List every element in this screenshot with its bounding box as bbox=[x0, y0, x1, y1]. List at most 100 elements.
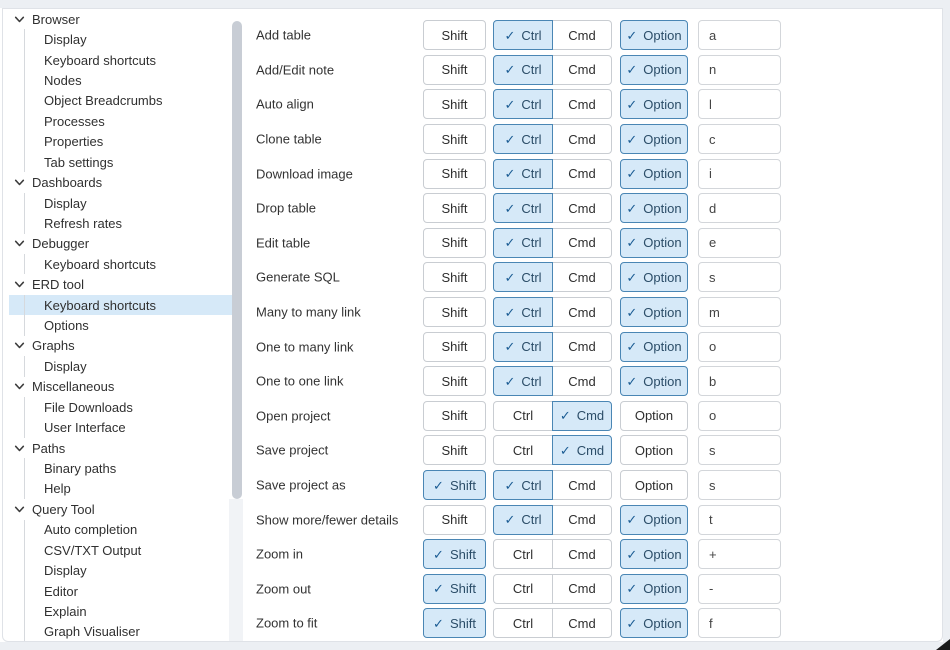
tree-item-refresh-rates[interactable]: Refresh rates bbox=[9, 213, 241, 233]
tree-item-properties[interactable]: Properties bbox=[9, 132, 241, 152]
key-input[interactable] bbox=[698, 159, 781, 189]
shift-toggle[interactable]: Shift bbox=[423, 20, 486, 50]
key-input[interactable] bbox=[698, 124, 781, 154]
tree-item-display[interactable]: Display bbox=[9, 29, 241, 49]
shift-toggle[interactable]: ✓Shift bbox=[423, 608, 486, 638]
cmd-toggle[interactable]: Cmd bbox=[552, 89, 612, 119]
cmd-toggle[interactable]: Cmd bbox=[552, 470, 612, 500]
ctrl-toggle[interactable]: ✓Ctrl bbox=[493, 505, 553, 535]
tree-item-keyboard-shortcuts[interactable]: Keyboard shortcuts bbox=[9, 295, 241, 315]
tree-item-options[interactable]: Options bbox=[9, 315, 241, 335]
shift-toggle[interactable]: ✓Shift bbox=[423, 470, 486, 500]
option-toggle[interactable]: ✓Option bbox=[620, 159, 688, 189]
option-toggle[interactable]: ✓Option bbox=[620, 124, 688, 154]
ctrl-toggle[interactable]: ✓Ctrl bbox=[493, 124, 553, 154]
ctrl-toggle[interactable]: ✓Ctrl bbox=[493, 20, 553, 50]
tree-item-user-interface[interactable]: User Interface bbox=[9, 417, 241, 437]
tree-item-nodes[interactable]: Nodes bbox=[9, 70, 241, 90]
tree-item-graph-visualiser[interactable]: Graph Visualiser bbox=[9, 622, 241, 641]
shift-toggle[interactable]: Shift bbox=[423, 228, 486, 258]
option-toggle[interactable]: ✓Option bbox=[620, 55, 688, 85]
shift-toggle[interactable]: Shift bbox=[423, 193, 486, 223]
ctrl-toggle[interactable]: ✓Ctrl bbox=[493, 89, 553, 119]
shift-toggle[interactable]: Shift bbox=[423, 366, 486, 396]
key-input[interactable] bbox=[698, 401, 781, 431]
key-input[interactable] bbox=[698, 505, 781, 535]
ctrl-toggle[interactable]: ✓Ctrl bbox=[493, 228, 553, 258]
tree-item-csv-txt-output[interactable]: CSV/TXT Output bbox=[9, 540, 241, 560]
key-input[interactable] bbox=[698, 193, 781, 223]
ctrl-toggle[interactable]: ✓Ctrl bbox=[493, 470, 553, 500]
shift-toggle[interactable]: Shift bbox=[423, 435, 486, 465]
tree-group-erd-tool[interactable]: ERD tool bbox=[9, 274, 241, 294]
tree-group-paths[interactable]: Paths bbox=[9, 438, 241, 458]
shift-toggle[interactable]: ✓Shift bbox=[423, 574, 486, 604]
shift-toggle[interactable]: Shift bbox=[423, 159, 486, 189]
tree-group-browser[interactable]: Browser bbox=[9, 9, 241, 29]
cmd-toggle[interactable]: Cmd bbox=[552, 297, 612, 327]
tree-group-miscellaneous[interactable]: Miscellaneous bbox=[9, 377, 241, 397]
tree-item-binary-paths[interactable]: Binary paths bbox=[9, 458, 241, 478]
cmd-toggle[interactable]: Cmd bbox=[552, 539, 612, 569]
cmd-toggle[interactable]: Cmd bbox=[552, 366, 612, 396]
option-toggle[interactable]: ✓Option bbox=[620, 539, 688, 569]
key-input[interactable] bbox=[698, 20, 781, 50]
ctrl-toggle[interactable]: Ctrl bbox=[493, 401, 553, 431]
tree-item-keyboard-shortcuts[interactable]: Keyboard shortcuts bbox=[9, 50, 241, 70]
shift-toggle[interactable]: Shift bbox=[423, 55, 486, 85]
ctrl-toggle[interactable]: ✓Ctrl bbox=[493, 159, 553, 189]
ctrl-toggle[interactable]: ✓Ctrl bbox=[493, 193, 553, 223]
shift-toggle[interactable]: ✓Shift bbox=[423, 539, 486, 569]
key-input[interactable] bbox=[698, 89, 781, 119]
tree-group-graphs[interactable]: Graphs bbox=[9, 336, 241, 356]
ctrl-toggle[interactable]: Ctrl bbox=[493, 574, 553, 604]
sidebar-scrollbar-thumb[interactable] bbox=[232, 21, 242, 499]
sidebar-scrollbar-track[interactable] bbox=[229, 499, 243, 642]
tree-group-query-tool[interactable]: Query Tool bbox=[9, 499, 241, 519]
key-input[interactable] bbox=[698, 297, 781, 327]
shift-toggle[interactable]: Shift bbox=[423, 505, 486, 535]
cmd-toggle[interactable]: Cmd bbox=[552, 262, 612, 292]
option-toggle[interactable]: ✓Option bbox=[620, 366, 688, 396]
tree-group-dashboards[interactable]: Dashboards bbox=[9, 172, 241, 192]
cmd-toggle[interactable]: ✓Cmd bbox=[552, 435, 612, 465]
cmd-toggle[interactable]: Cmd bbox=[552, 159, 612, 189]
tree-group-debugger[interactable]: Debugger bbox=[9, 234, 241, 254]
shift-toggle[interactable]: Shift bbox=[423, 401, 486, 431]
shift-toggle[interactable]: Shift bbox=[423, 89, 486, 119]
cmd-toggle[interactable]: Cmd bbox=[552, 124, 612, 154]
cmd-toggle[interactable]: Cmd bbox=[552, 332, 612, 362]
tree-item-processes[interactable]: Processes bbox=[9, 111, 241, 131]
key-input[interactable] bbox=[698, 228, 781, 258]
cmd-toggle[interactable]: Cmd bbox=[552, 608, 612, 638]
tree-item-help[interactable]: Help bbox=[9, 479, 241, 499]
key-input[interactable] bbox=[698, 262, 781, 292]
ctrl-toggle[interactable]: ✓Ctrl bbox=[493, 297, 553, 327]
tree-item-display[interactable]: Display bbox=[9, 193, 241, 213]
key-input[interactable] bbox=[698, 435, 781, 465]
cmd-toggle[interactable]: Cmd bbox=[552, 193, 612, 223]
ctrl-toggle[interactable]: Ctrl bbox=[493, 608, 553, 638]
ctrl-toggle[interactable]: ✓Ctrl bbox=[493, 55, 553, 85]
tree-item-display[interactable]: Display bbox=[9, 560, 241, 580]
option-toggle[interactable]: ✓Option bbox=[620, 574, 688, 604]
option-toggle[interactable]: ✓Option bbox=[620, 20, 688, 50]
key-input[interactable] bbox=[698, 574, 781, 604]
tree-item-object-breadcrumbs[interactable]: Object Breadcrumbs bbox=[9, 91, 241, 111]
option-toggle[interactable]: ✓Option bbox=[620, 297, 688, 327]
ctrl-toggle[interactable]: ✓Ctrl bbox=[493, 332, 553, 362]
tree-item-auto-completion[interactable]: Auto completion bbox=[9, 520, 241, 540]
tree-item-file-downloads[interactable]: File Downloads bbox=[9, 397, 241, 417]
tree-item-explain[interactable]: Explain bbox=[9, 601, 241, 621]
ctrl-toggle[interactable]: Ctrl bbox=[493, 539, 553, 569]
option-toggle[interactable]: ✓Option bbox=[620, 228, 688, 258]
tree-item-tab-settings[interactable]: Tab settings bbox=[9, 152, 241, 172]
ctrl-toggle[interactable]: Ctrl bbox=[493, 435, 553, 465]
cmd-toggle[interactable]: Cmd bbox=[552, 20, 612, 50]
ctrl-toggle[interactable]: ✓Ctrl bbox=[493, 262, 553, 292]
option-toggle[interactable]: ✓Option bbox=[620, 262, 688, 292]
cmd-toggle[interactable]: Cmd bbox=[552, 55, 612, 85]
option-toggle[interactable]: ✓Option bbox=[620, 89, 688, 119]
key-input[interactable] bbox=[698, 608, 781, 638]
ctrl-toggle[interactable]: ✓Ctrl bbox=[493, 366, 553, 396]
